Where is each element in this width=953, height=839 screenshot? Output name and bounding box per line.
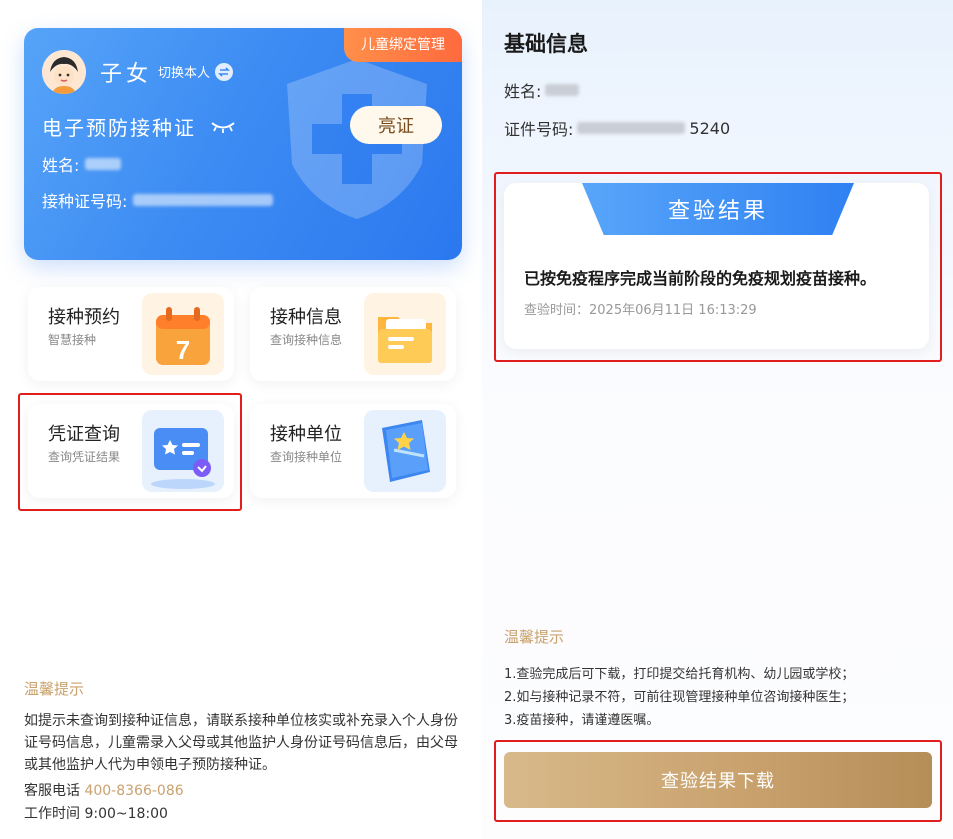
masked-id [577,122,686,134]
highlight-check-result [494,172,942,362]
vaccination-card[interactable]: 儿童绑定管理 子女 切换本人 电子预防接种证 亮证 姓名: 接种证号码: [24,28,462,260]
tile-title: 接种单位 [270,424,342,445]
masked-name [85,158,122,170]
tile-vaccination-unit[interactable]: 接种单位 查询接种单位 [250,404,456,498]
certificate-title-text: 电子预防接种证 [42,116,196,140]
tile-title: 接种预约 [48,307,120,328]
show-certificate-button[interactable]: 亮证 [350,106,442,144]
name-label: 姓名: [504,82,542,101]
hotline-label: 客服电话 [24,783,80,799]
basic-info-heading: 基础信息 [504,32,588,56]
tile-subtitle: 查询接种信息 [270,333,343,347]
right-panel: 基础信息 姓名: 证件号码: 5240 查验结果 已按免疫程序完成当前阶段的免疫… [482,0,953,839]
avatar [42,50,86,94]
certificate-title: 电子预防接种证 [42,112,236,141]
tips-title: 温馨提示 [24,680,85,698]
id-row: 证件号码: 5240 [504,116,730,140]
card-number-label: 接种证号码: [42,192,128,211]
book-icon [364,410,446,492]
highlight-download-button [494,740,942,822]
tip-item: 1.查验完成后可下载，打印提交给托育机构、幼儿园或学校； [504,667,855,682]
eye-closed-icon[interactable] [210,120,236,134]
switch-label: 切换本人 [158,66,211,81]
switch-icon [215,62,234,81]
tile-title: 接种信息 [270,307,342,328]
child-binding-tag[interactable]: 儿童绑定管理 [344,28,462,62]
left-panel: 儿童绑定管理 子女 切换本人 电子预防接种证 亮证 姓名: 接种证号码: 接种预… [0,0,480,839]
calendar-day: 7 [176,335,190,365]
switch-identity-link[interactable]: 切换本人 [158,62,234,81]
tip-item: 3.疫苗接种，请谨遵医嘱。 [504,713,660,728]
role-label: 子女 [100,62,153,87]
folder-icon [364,293,446,375]
hotline-number[interactable]: 400-8366-086 [84,783,183,799]
calendar-icon: 7 [142,293,224,375]
working-hours: 工作时间 9:00~18:00 [24,806,168,822]
name-row: 姓名: [504,78,580,102]
card-number-row: 接种证号码: [42,188,274,212]
tile-subtitle: 查询接种单位 [270,450,343,464]
tile-vaccination-info[interactable]: 接种信息 查询接种信息 [250,287,456,381]
tips-body: 如提示未查询到接种证信息，请联系接种单位核实或补充录入个人身份证号码信息，儿童需… [24,713,458,773]
masked-certificate-number [133,194,274,206]
id-label: 证件号码: [504,120,574,139]
card-name-row: 姓名: [42,152,122,176]
child-avatar-icon [42,50,86,94]
hotline-row: 客服电话 400-8366-086 [24,780,184,800]
masked-name [545,84,580,96]
tips-title: 温馨提示 [504,628,565,646]
highlight-certificate-query [18,393,242,511]
tile-appointment[interactable]: 接种预约 智慧接种 7 [28,287,234,381]
tile-subtitle: 智慧接种 [48,333,97,347]
card-name-label: 姓名: [42,156,80,175]
tip-item: 2.如与接种记录不符，可前往现管理接种单位咨询接种医生； [504,690,855,705]
id-suffix: 5240 [689,118,731,138]
